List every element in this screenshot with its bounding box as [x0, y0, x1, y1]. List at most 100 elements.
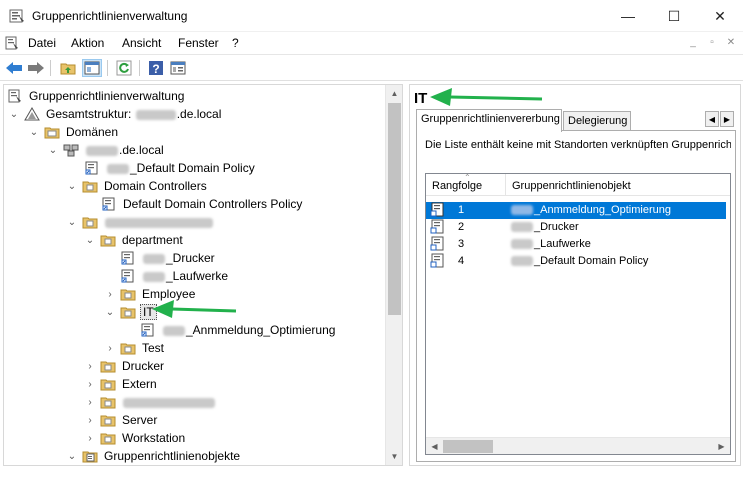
- minimize-button[interactable]: —: [605, 0, 651, 32]
- gpo-link-icon: [120, 250, 136, 266]
- menu-bar: Datei Aktion Ansicht Fenster ? _ ▫ ✕: [0, 32, 743, 54]
- annotation-arrow-icon: [430, 88, 543, 106]
- tree-item-default-dc-policy-link[interactable]: Default Domain Controllers Policy: [101, 195, 304, 213]
- chevron-right-icon[interactable]: ›: [84, 414, 96, 426]
- details-pane: IT Gruppenrichtlinienvererbung Delegieru…: [409, 84, 741, 466]
- scroll-right-icon[interactable]: ▶: [713, 438, 730, 454]
- tree-label: _Anmmeldung_Optimierung: [160, 323, 337, 337]
- tab-delegierung[interactable]: Delegierung: [563, 111, 631, 131]
- tree-item-drucker-link[interactable]: _Drucker: [120, 249, 217, 267]
- tree-vertical-scrollbar[interactable]: ▲ ▼: [385, 85, 402, 465]
- close-button[interactable]: ✕: [697, 0, 743, 32]
- chevron-right-icon[interactable]: ›: [104, 342, 116, 354]
- tree-item-test[interactable]: › Test: [104, 339, 166, 357]
- tree-label: _Drucker: [140, 251, 217, 265]
- scroll-up-icon[interactable]: ▲: [386, 85, 402, 102]
- chevron-right-icon[interactable]: ›: [84, 378, 96, 390]
- ou-folder-icon: [82, 178, 98, 194]
- mdi-minimize-button[interactable]: _: [686, 36, 700, 50]
- system-menu-icon[interactable]: [5, 36, 19, 50]
- scroll-left-icon[interactable]: ◀: [426, 438, 443, 454]
- column-header-rangfolge[interactable]: ⌃ Rangfolge: [426, 174, 506, 196]
- tree-item-anmeldung-link[interactable]: _Anmmeldung_Optimierung: [140, 321, 337, 339]
- maximize-button[interactable]: ☐: [651, 0, 697, 32]
- sort-ascending-icon: ⌃: [464, 173, 471, 182]
- chevron-down-icon[interactable]: ⌄: [84, 234, 96, 246]
- scroll-down-icon[interactable]: ▼: [386, 448, 402, 465]
- tab-gruppenrichtlinienvererbung[interactable]: Gruppenrichtlinienvererbung: [416, 109, 562, 132]
- chevron-right-icon[interactable]: ›: [104, 288, 116, 300]
- tree-label: Gruppenrichtlinienobjekte: [104, 449, 241, 463]
- column-header-gpo[interactable]: Gruppenrichtlinienobjekt: [506, 174, 730, 196]
- rank-cell: 1: [458, 204, 465, 216]
- tree-label: department: [122, 233, 183, 247]
- gpo-link-icon: [430, 202, 444, 217]
- tab-scroll-right-icon[interactable]: ▶: [720, 111, 734, 127]
- folder-up-icon: [60, 63, 76, 75]
- tree-item-domain[interactable]: ⌄ .de.local: [47, 141, 166, 159]
- tree-item-server[interactable]: › Server: [84, 411, 159, 429]
- tree-item-domains[interactable]: ⌄ Domänen: [28, 123, 120, 141]
- gpo-cell: _Anmmeldung_Optimierung: [510, 204, 671, 216]
- redacted-text: [511, 222, 533, 233]
- tab-scroll-left-icon[interactable]: ◀: [705, 111, 719, 127]
- chevron-down-icon[interactable]: ⌄: [8, 108, 20, 120]
- tree-item-root[interactable]: Gruppenrichtlinienverwaltung: [7, 87, 186, 105]
- console-tree[interactable]: Gruppenrichtlinienverwaltung ⌄ Gesamtstr…: [3, 84, 403, 466]
- chevron-down-icon[interactable]: ⌄: [47, 144, 59, 156]
- refresh-button[interactable]: [114, 59, 134, 77]
- tree-item-redacted-ou[interactable]: ›: [84, 393, 218, 411]
- properties-button[interactable]: [168, 59, 188, 77]
- tree-item-company-ou[interactable]: ⌄: [66, 213, 216, 231]
- redacted-text: [511, 205, 533, 216]
- gpo-link-icon: [140, 322, 156, 338]
- gpo-link-icon: [101, 196, 117, 212]
- chevron-down-icon[interactable]: ⌄: [66, 216, 78, 228]
- tree-item-department[interactable]: ⌄ department: [84, 231, 185, 249]
- list-item[interactable]: 1 _Anmmeldung_Optimierung: [426, 202, 726, 219]
- tree-item-it[interactable]: ⌄ IT: [104, 303, 157, 321]
- menu-fenster[interactable]: Fenster: [178, 36, 219, 50]
- scrollbar-thumb[interactable]: [443, 440, 493, 453]
- tree-label: Extern: [122, 377, 157, 391]
- mdi-close-button[interactable]: ✕: [724, 36, 738, 50]
- gpo-inheritance-list[interactable]: ⌃ Rangfolge Gruppenrichtlinienobjekt 1 _…: [425, 173, 731, 455]
- chevron-down-icon[interactable]: ⌄: [66, 450, 78, 462]
- chevron-right-icon[interactable]: ›: [84, 432, 96, 444]
- tree-label: Gesamtstruktur: .de.local: [46, 107, 222, 121]
- up-one-level-button[interactable]: [58, 59, 78, 77]
- menu-datei[interactable]: Datei: [28, 36, 56, 50]
- chevron-down-icon[interactable]: ⌄: [28, 126, 40, 138]
- chevron-down-icon[interactable]: ⌄: [66, 180, 78, 192]
- tree-item-forest[interactable]: ⌄ Gesamtstruktur: .de.local: [8, 105, 223, 123]
- tree-item-drucker-ou[interactable]: › Drucker: [84, 357, 166, 375]
- redacted-text: [86, 145, 118, 156]
- tree-item-default-domain-policy-link[interactable]: _Default Domain Policy: [84, 159, 257, 177]
- toolbar-separator: [107, 60, 108, 76]
- list-item[interactable]: 4 _Default Domain Policy: [426, 253, 726, 270]
- tree-item-gpo-container[interactable]: ⌄ Gruppenrichtlinienobjekte: [66, 447, 242, 465]
- tree-item-workstation[interactable]: › Workstation: [84, 429, 187, 447]
- chevron-right-icon[interactable]: ›: [84, 396, 96, 408]
- toolbar: ?: [0, 54, 743, 81]
- mdi-restore-button[interactable]: ▫: [705, 36, 719, 50]
- show-hide-console-tree-button[interactable]: [82, 59, 102, 77]
- help-button[interactable]: ?: [146, 59, 166, 77]
- redacted-text: [123, 397, 215, 408]
- tree-item-laufwerke-link[interactable]: _Laufwerke: [120, 267, 230, 285]
- tree-item-extern[interactable]: › Extern: [84, 375, 159, 393]
- list-header: ⌃ Rangfolge Gruppenrichtlinienobjekt: [426, 174, 730, 196]
- menu-help[interactable]: ?: [232, 36, 239, 50]
- list-item[interactable]: 2 _Drucker: [426, 219, 726, 236]
- back-button[interactable]: [4, 59, 24, 77]
- scrollbar-thumb[interactable]: [388, 103, 401, 315]
- list-horizontal-scrollbar[interactable]: ◀ ▶: [426, 437, 730, 454]
- tree-item-domain-controllers[interactable]: ⌄ Domain Controllers: [66, 177, 209, 195]
- menu-ansicht[interactable]: Ansicht: [122, 36, 161, 50]
- gpo-link-icon: [120, 268, 136, 284]
- list-item[interactable]: 3 _Laufwerke: [426, 236, 726, 253]
- forward-button[interactable]: [26, 59, 46, 77]
- chevron-down-icon[interactable]: ⌄: [104, 306, 116, 318]
- chevron-right-icon[interactable]: ›: [84, 360, 96, 372]
- menu-aktion[interactable]: Aktion: [71, 36, 104, 50]
